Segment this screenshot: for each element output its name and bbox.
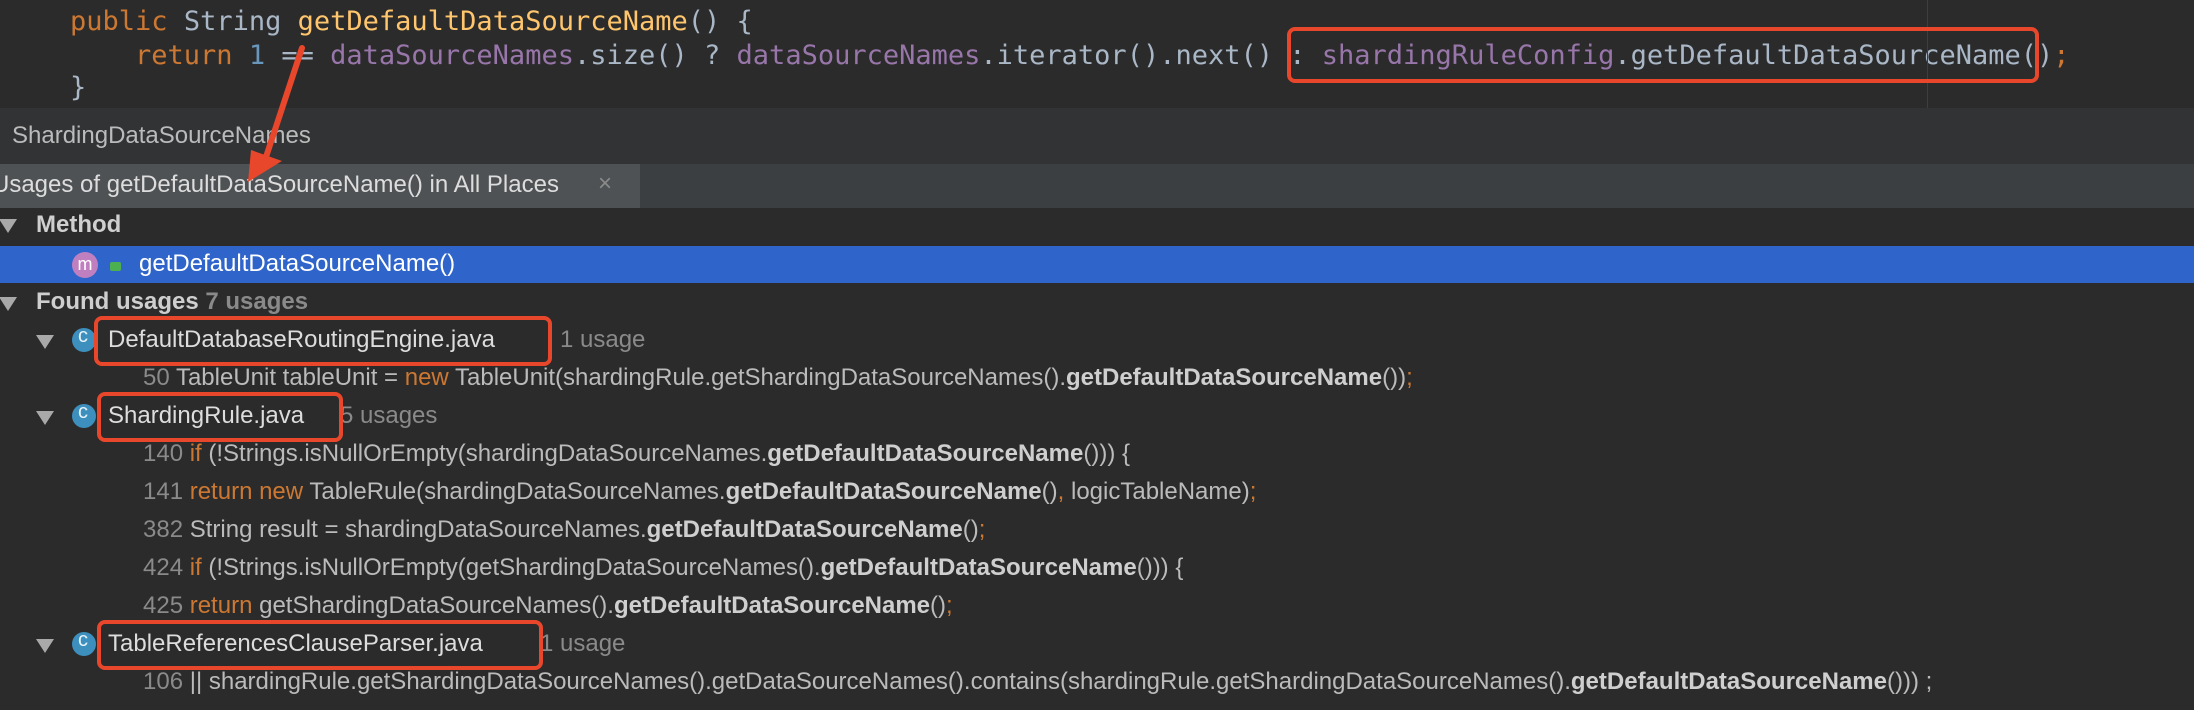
usage-count: 1 usage [540, 630, 626, 657]
usage-match: getDefaultDataSourceName [613, 592, 931, 619]
usage-text: String result = shardingDataSourceNames. [189, 516, 647, 543]
usage-match: getDefaultDataSourceName [820, 554, 1137, 581]
usage-text: TableRule(shardingDataSourceNames. [303, 478, 726, 505]
method-item[interactable]: getDefaultDataSourceName() [139, 250, 455, 278]
usage-count: 1 usage [560, 326, 646, 353]
collapse-triangle-icon[interactable] [0, 219, 17, 233]
method-group-header: Method [36, 211, 122, 238]
usage-text: ())) ; [1886, 668, 1933, 695]
usage-line[interactable]: 382 String result = shardingDataSourceNa… [143, 516, 985, 544]
method-icon: m [72, 252, 98, 278]
semicolon: ; [1406, 364, 1413, 391]
usage-text: ())) { [1136, 554, 1184, 581]
semicolon: ; [1249, 478, 1257, 505]
collapse-triangle-icon[interactable] [36, 639, 54, 653]
highlight-box [97, 620, 543, 670]
keyword: if [189, 440, 202, 467]
found-usages-header: Found usages 7 usages [36, 288, 308, 316]
keyword: return new [189, 478, 304, 505]
usage-text: () [962, 516, 979, 543]
usage-line[interactable]: 425 return getShardingDataSourceNames().… [143, 592, 953, 620]
usage-text: || shardingRule.getShardingDataSourceNam… [189, 668, 1571, 695]
usage-line[interactable]: 141 return new TableRule(shardingDataSou… [143, 478, 1256, 506]
usage-text: logicTableName) [1064, 478, 1250, 505]
line-number: 141 [143, 478, 184, 505]
usage-line[interactable]: 106 || shardingRule.getShardingDataSourc… [143, 668, 1932, 696]
line-number: 424 [143, 554, 184, 581]
usage-match: getDefaultDataSourceName [725, 478, 1042, 505]
semicolon: ; [978, 516, 986, 543]
semicolon: ; [946, 592, 953, 619]
keyword: if [189, 554, 202, 581]
usage-text: TableUnit(shardingRule.getShardingDataSo… [448, 364, 1066, 391]
line-number: 140 [143, 440, 184, 467]
usage-match: getDefaultDataSourceName [1065, 364, 1383, 391]
usage-text: (!Strings.isNullOrEmpty(shardingDataSour… [201, 440, 768, 467]
usage-line[interactable]: 424 if (!Strings.isNullOrEmpty(getShardi… [143, 554, 1183, 582]
keyword: return [189, 592, 253, 619]
line-number: 382 [143, 516, 184, 543]
class-icon [72, 401, 96, 428]
line-number: 106 [143, 668, 184, 695]
usage-match: getDefaultDataSourceName [646, 516, 963, 543]
usage-match: getDefaultDataSourceName [767, 440, 1084, 467]
collapse-triangle-icon[interactable] [36, 335, 54, 349]
usage-text: ()) [1382, 364, 1407, 391]
line-number: 425 [143, 592, 184, 619]
collapse-triangle-icon[interactable] [0, 297, 17, 311]
usage-count: 5 usages [340, 402, 438, 429]
usage-line[interactable]: 140 if (!Strings.isNullOrEmpty(shardingD… [143, 440, 1130, 468]
usage-text: ())) { [1083, 440, 1130, 467]
usage-text: getShardingDataSourceNames(). [252, 592, 614, 619]
found-usages-label: Found usages [36, 288, 199, 315]
highlight-box [94, 316, 552, 366]
usage-line[interactable]: 50 TableUnit tableUnit = new TableUnit(s… [143, 364, 1413, 392]
collapse-triangle-icon[interactable] [36, 411, 54, 425]
usage-text: TableUnit tableUnit = [175, 364, 405, 391]
class-icon [72, 325, 96, 352]
usage-match: getDefaultDataSourceName [1570, 668, 1887, 695]
keyword: new [404, 364, 449, 391]
line-number: 50 [143, 364, 170, 391]
usage-text: () [1041, 478, 1058, 505]
usage-text: () [930, 592, 947, 619]
usage-text: (!Strings.isNullOrEmpty(getShardingDataS… [201, 554, 821, 581]
class-icon [72, 629, 96, 656]
found-usages-count: 7 usages [205, 288, 309, 315]
lock-icon [110, 262, 121, 271]
highlight-box [97, 392, 343, 442]
